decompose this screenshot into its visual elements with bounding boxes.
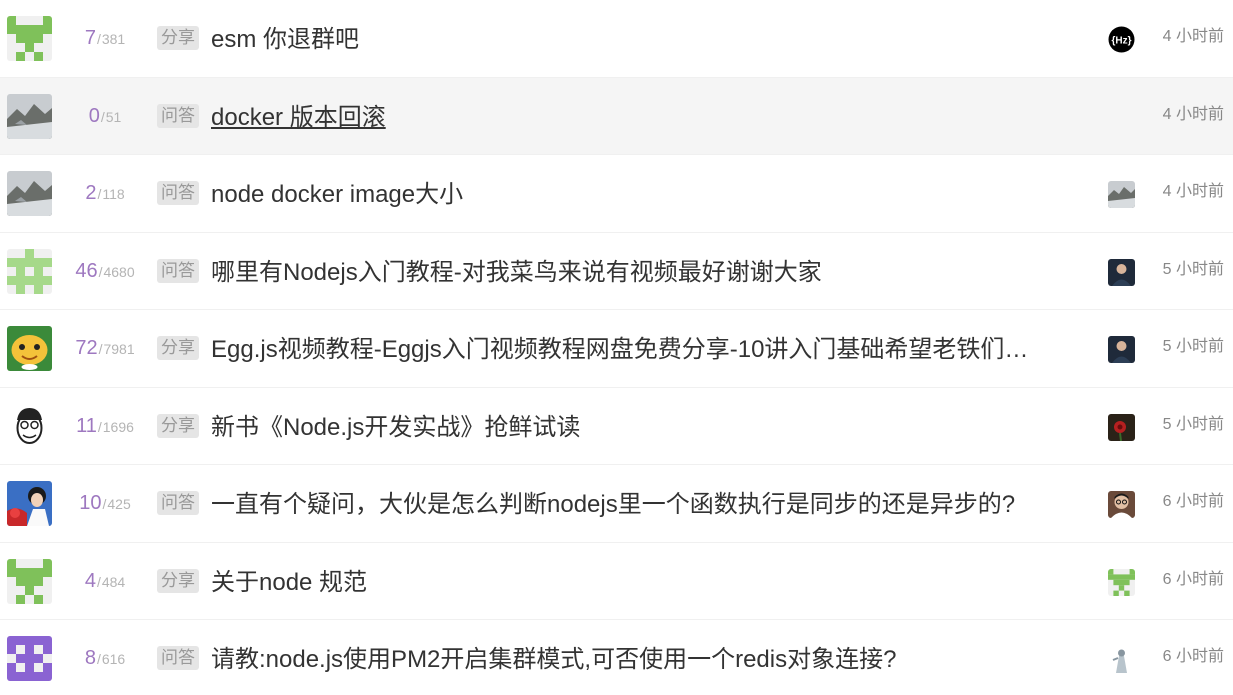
- view-count: 484: [101, 573, 126, 590]
- flower-avatar[interactable]: [1108, 413, 1135, 441]
- topic-row[interactable]: 0/51 问答 docker 版本回滚 4 小时前: [0, 77, 1233, 158]
- topic-title-link[interactable]: esm 你退群吧: [211, 0, 1051, 80]
- topic-row[interactable]: 72/7981 分享 Egg.js视频教程-Eggjs入门视频教程网盘免费分享-…: [0, 310, 1233, 388]
- view-count: 7981: [103, 341, 135, 357]
- cartoon-face-avatar[interactable]: [7, 326, 52, 371]
- reply-count: 10: [79, 492, 102, 514]
- view-count: 1696: [102, 418, 134, 435]
- topic-list: 7/381 分享 esm 你退群吧 {Hz} 4 小时前 0/51 问答 doc…: [0, 0, 1233, 695]
- reply-view-count: 46/4680: [75, 259, 135, 282]
- topic-row[interactable]: 46/4680 问答 哪里有Nodejs入门教程-对我菜鸟来说有视频最好谢谢大家…: [0, 232, 1233, 313]
- reply-count: 7: [84, 27, 96, 49]
- person-photo-avatar[interactable]: [1108, 258, 1135, 286]
- reply-view-count: 8/616: [84, 647, 126, 669]
- last-reply-time: 6 小时前: [1162, 570, 1224, 588]
- reply-count: 72: [75, 337, 98, 359]
- reply-count: 4: [84, 569, 96, 592]
- view-count: 425: [107, 496, 131, 512]
- topic-title-link[interactable]: 一直有个疑问，大伙是怎么判断nodejs里一个函数执行是同步的还是异步的?: [211, 465, 1051, 545]
- last-reply-time: 4 小时前: [1162, 28, 1224, 45]
- hz-logo-avatar[interactable]: {Hz}: [1108, 26, 1135, 53]
- landscape-avatar[interactable]: [7, 93, 52, 139]
- topic-tag: 问答: [157, 103, 199, 128]
- reply-view-count: 72/7981: [75, 337, 135, 359]
- reply-view-count: 0/51: [88, 104, 122, 127]
- topic-row[interactable]: 11/1696 分享 新书《Node.js开发实战》抢鲜试读 5 小时前: [0, 387, 1233, 468]
- view-count: 118: [102, 186, 125, 202]
- figure-avatar[interactable]: [1108, 646, 1135, 673]
- view-count: 4680: [103, 263, 135, 280]
- last-reply-time: 4 小时前: [1162, 105, 1224, 123]
- green-pixel-avatar[interactable]: [7, 558, 52, 604]
- topic-title-link[interactable]: 请教:node.js使用PM2开启集群模式,可否使用一个redis对象连接?: [211, 620, 1051, 695]
- reply-view-count: 10/425: [79, 492, 131, 514]
- purple-pixel-avatar[interactable]: [7, 636, 52, 681]
- reply-count: 2: [85, 182, 97, 204]
- person-glasses-avatar[interactable]: [1108, 491, 1135, 518]
- anime-avatar[interactable]: [7, 481, 52, 526]
- landscape-avatar[interactable]: [7, 171, 52, 216]
- person-photo-avatar[interactable]: [1108, 336, 1135, 363]
- topic-tag: 问答: [157, 181, 199, 205]
- topic-title-link[interactable]: Egg.js视频教程-Eggjs入门视频教程网盘免费分享-10讲入门基础希望老铁…: [211, 310, 1051, 390]
- view-count: 616: [101, 651, 126, 667]
- topic-title-link[interactable]: 新书《Node.js开发实战》抢鲜试读: [211, 388, 1051, 468]
- green-pixel-avatar[interactable]: [7, 248, 52, 294]
- topic-tag: 问答: [157, 646, 199, 670]
- topic-title-link[interactable]: 关于node 规范: [211, 543, 1051, 623]
- topic-row[interactable]: 2/118 问答 node docker image大小 4 小时前: [0, 155, 1233, 233]
- green-pixel-avatar[interactable]: [7, 16, 52, 61]
- topic-tag: 分享: [157, 413, 199, 438]
- last-reply-time: 6 小时前: [1162, 648, 1224, 665]
- reply-view-count: 11/1696: [76, 414, 134, 437]
- topic-tag: 问答: [157, 491, 199, 515]
- reply-count: 46: [75, 259, 98, 282]
- sketch-face-avatar[interactable]: [7, 403, 52, 449]
- topic-title-link[interactable]: node docker image大小: [211, 155, 1051, 235]
- topic-tag: 分享: [157, 336, 199, 360]
- topic-title-link[interactable]: 哪里有Nodejs入门教程-对我菜鸟来说有视频最好谢谢大家: [211, 233, 1051, 313]
- topic-tag: 分享: [157, 568, 199, 593]
- topic-tag: 分享: [157, 26, 199, 50]
- topic-row[interactable]: 10/425 问答 一直有个疑问，大伙是怎么判断nodejs里一个函数执行是同步…: [0, 465, 1233, 543]
- reply-count: 11: [76, 414, 97, 437]
- topic-tag: 问答: [157, 258, 199, 283]
- svg-text:{Hz}: {Hz}: [1111, 36, 1131, 47]
- topic-row[interactable]: 8/616 问答 请教:node.js使用PM2开启集群模式,可否使用一个red…: [0, 620, 1233, 695]
- topic-row[interactable]: 7/381 分享 esm 你退群吧 {Hz} 4 小时前: [0, 0, 1233, 78]
- last-reply-time: 5 小时前: [1162, 415, 1224, 433]
- last-reply-time: 5 小时前: [1162, 260, 1224, 278]
- last-reply-time: 6 小时前: [1162, 493, 1224, 510]
- view-count: 381: [101, 31, 126, 47]
- topic-title-link[interactable]: docker 版本回滚: [211, 78, 1051, 158]
- last-reply-time: 5 小时前: [1162, 338, 1224, 355]
- reply-count: 0: [88, 104, 100, 127]
- reply-count: 8: [84, 647, 96, 669]
- reply-view-count: 4/484: [84, 569, 126, 592]
- reply-view-count: 7/381: [84, 27, 126, 49]
- reply-view-count: 2/118: [85, 182, 125, 204]
- landscape-avatar[interactable]: [1108, 181, 1135, 208]
- last-reply-time: 4 小时前: [1162, 183, 1224, 200]
- green-pixel-avatar[interactable]: [1108, 568, 1135, 596]
- topic-row[interactable]: 4/484 分享 关于node 规范 6 小时前: [0, 542, 1233, 623]
- view-count: 51: [105, 108, 122, 125]
